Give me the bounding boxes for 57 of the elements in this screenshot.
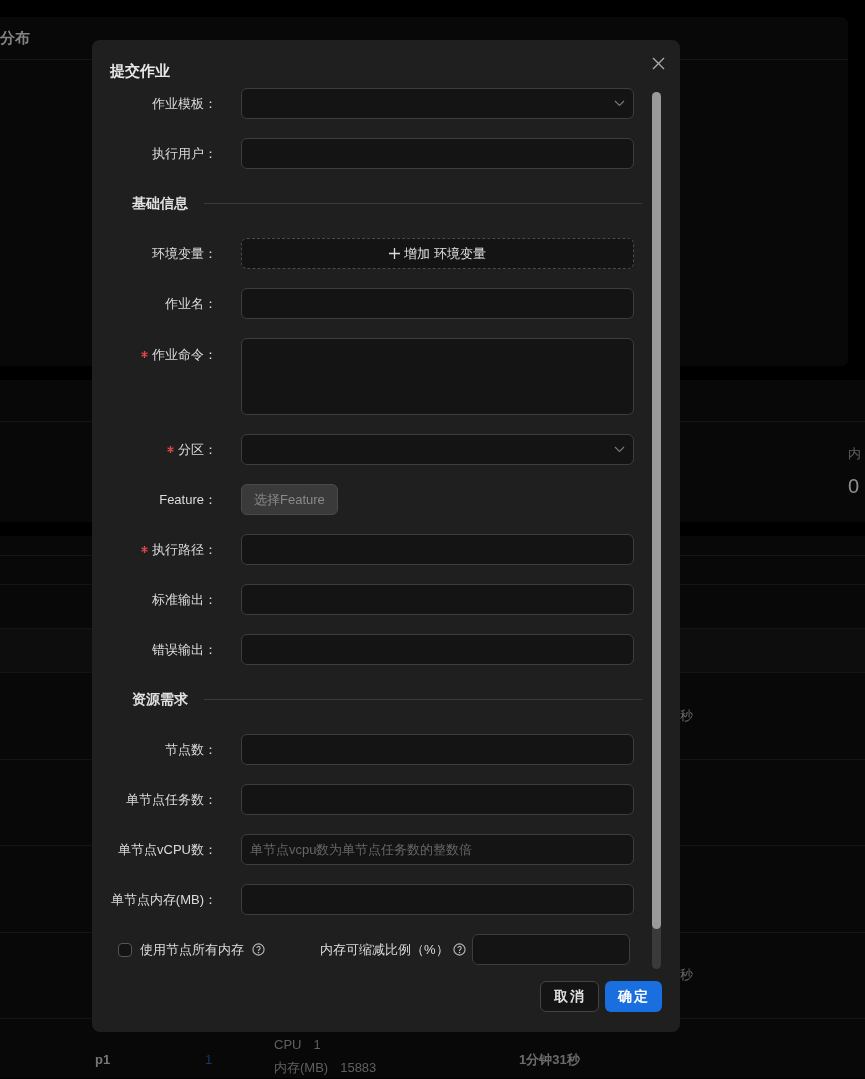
checkbox-label: 使用节点所有内存: [140, 940, 244, 959]
resource-value: 1: [313, 1035, 321, 1054]
required-icon: [141, 546, 148, 553]
resource-label: 内存(MB): [274, 1059, 329, 1078]
text-field[interactable]: [471, 934, 630, 965]
text-field[interactable]: [241, 534, 634, 565]
field-label: 作业命令：: [152, 346, 217, 364]
duration-text: 秒: [680, 966, 693, 985]
chevron-down-icon: [614, 446, 625, 453]
dialog-title: 提交作业: [110, 60, 170, 81]
required-icon: [167, 446, 174, 453]
field-label: 执行用户：: [152, 144, 217, 163]
scrollbar[interactable]: [652, 92, 661, 969]
resource-value: 15883: [340, 1059, 377, 1078]
command-textarea[interactable]: [241, 338, 634, 415]
field-label: 单节点内存(MB)：: [110, 890, 217, 909]
field-label: 单节点vCPU数：: [118, 840, 217, 859]
text-field[interactable]: [241, 584, 634, 615]
field-label: 作业名：: [165, 294, 217, 313]
stat-value: 0: [848, 475, 860, 496]
text-field[interactable]: 单节点vcpu数为单节点任务数的整数倍: [241, 834, 634, 865]
confirm-button[interactable]: 确定: [605, 981, 662, 1012]
select-field[interactable]: [241, 88, 634, 119]
field-label: 分区：: [178, 440, 217, 459]
field-label: 单节点任务数：: [126, 790, 217, 809]
field-label: 标准输出：: [152, 590, 217, 609]
text-field[interactable]: [241, 734, 634, 765]
resource-label: CPU: [274, 1035, 302, 1054]
field-label: 环境变量：: [152, 244, 217, 263]
field-label: Feature：: [159, 490, 217, 509]
panel-title: 分布: [0, 27, 30, 48]
help-icon: [452, 943, 466, 956]
required-icon: [141, 351, 148, 359]
partition-cell-text: p1: [94, 1050, 110, 1069]
field-label: 内存可缩减比例（%）: [320, 940, 449, 959]
section-title: 基础信息: [132, 194, 189, 213]
add-variable-button[interactable]: 增加 环境变量: [241, 238, 634, 269]
text-field[interactable]: [241, 138, 634, 169]
field-label: 执行路径：: [152, 540, 217, 559]
field-label: 节点数：: [165, 740, 217, 759]
duration-text: 秒: [680, 707, 693, 726]
stat-label: 内: [848, 445, 861, 463]
checkbox[interactable]: [118, 942, 132, 957]
text-field[interactable]: [241, 784, 634, 815]
cancel-button[interactable]: 取消: [540, 981, 600, 1012]
section-title: 资源需求: [132, 690, 189, 709]
text-field[interactable]: [241, 288, 634, 319]
close-button[interactable]: [650, 55, 666, 71]
text-field[interactable]: [241, 634, 634, 665]
text-field[interactable]: [241, 884, 634, 915]
field-label: 错误输出：: [152, 640, 217, 659]
field-label: 作业模板：: [152, 94, 217, 113]
select-field[interactable]: [241, 434, 634, 465]
duration-text: 1分钟31秒: [519, 1050, 580, 1069]
help-icon: [252, 943, 265, 956]
chevron-down-icon: [614, 100, 625, 107]
plus-icon: [389, 248, 401, 259]
